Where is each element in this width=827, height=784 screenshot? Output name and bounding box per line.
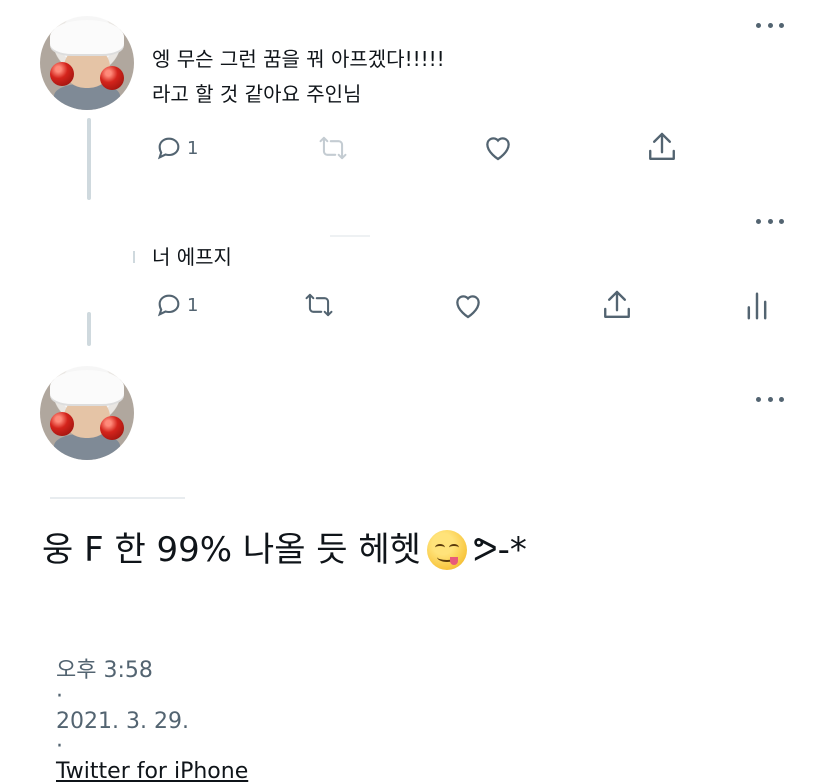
meta-separator: ·: [56, 734, 63, 759]
thread-connector: [87, 312, 91, 346]
tweet-time: 오후 3:58: [56, 658, 153, 683]
reply-button[interactable]: 1: [155, 291, 198, 319]
avatar[interactable]: [40, 366, 134, 460]
tweet-text: 라고 할 것 같아요 주인님: [152, 82, 362, 106]
analytics-icon: [747, 292, 767, 320]
divider: [133, 251, 135, 263]
divider: [330, 235, 370, 237]
thread-connector: [87, 118, 91, 200]
share-button[interactable]: [646, 130, 678, 164]
tweet-text: 너 에프지: [152, 245, 232, 269]
meta-separator: ·: [56, 684, 63, 709]
reply-button[interactable]: 1: [155, 134, 198, 162]
like-icon: [486, 137, 510, 161]
like-button[interactable]: [452, 290, 484, 320]
retweet-button[interactable]: [316, 134, 350, 162]
like-icon: [456, 295, 480, 319]
reply-icon: [157, 137, 180, 160]
more-options-icon[interactable]: [756, 20, 784, 30]
retweet-icon: [319, 136, 347, 160]
tweet-source-link[interactable]: Twitter for iPhone: [56, 759, 248, 784]
savoring-food-face-emoji: [426, 530, 467, 570]
avatar[interactable]: [40, 16, 134, 110]
main-tweet-suffix: ᕗ-*: [472, 530, 527, 570]
reply-icon: [157, 294, 180, 317]
divider: [50, 497, 185, 499]
share-icon: [604, 290, 630, 318]
tweet-text: 엥 무슨 그런 꿈을 꿔 아프겠다!!!!!: [152, 47, 445, 71]
main-tweet-body: 웅 F 한 99% 나올 듯 헤헷: [42, 530, 421, 570]
reply-count: 1: [187, 294, 199, 316]
analytics-button[interactable]: [746, 291, 768, 321]
tweet-metadata: 오후 3:58 · 2021. 3. 29. · Twitter for iPh…: [42, 627, 248, 784]
share-icon: [649, 132, 675, 160]
more-options-icon[interactable]: [756, 394, 784, 404]
tweet-date: 2021. 3. 29.: [56, 709, 189, 734]
reply-count: 1: [187, 137, 199, 159]
like-button[interactable]: [482, 132, 514, 162]
retweet-icon: [305, 293, 333, 317]
retweet-button[interactable]: [302, 291, 336, 319]
share-button[interactable]: [601, 288, 633, 322]
more-options-icon[interactable]: [756, 216, 784, 226]
main-tweet-text: 웅 F 한 99% 나올 듯 헤헷 ᕗ-*: [42, 528, 527, 572]
